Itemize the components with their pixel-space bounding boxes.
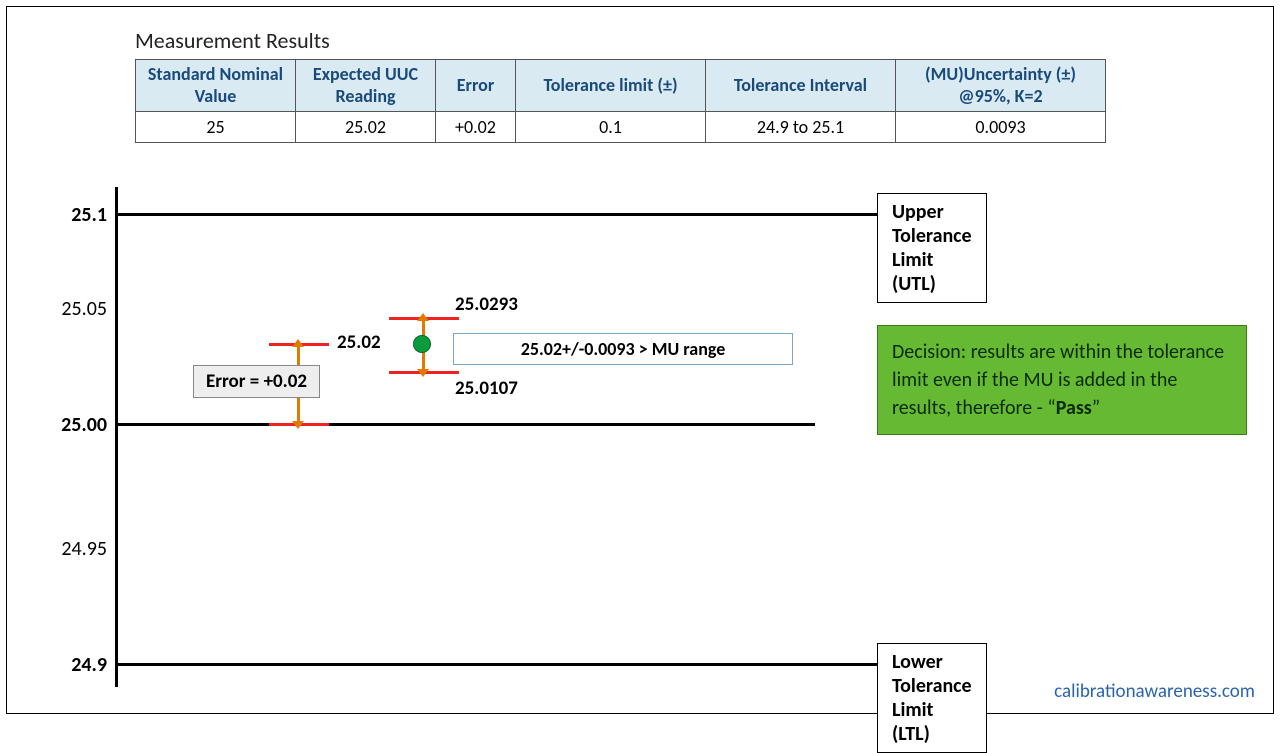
col-tol-pm: Tolerance limit (±) xyxy=(516,60,706,112)
cell-mu: 0.0093 xyxy=(896,112,1106,143)
tick-25-05: 25.05 xyxy=(47,297,107,321)
page-title: Measurement Results xyxy=(135,27,330,54)
utl-line xyxy=(115,213,915,216)
reading-label: 25.02 xyxy=(337,331,381,354)
decision-box: Decision: results are within the toleran… xyxy=(877,325,1247,435)
cell-nominal: 25 xyxy=(136,112,296,143)
y-axis xyxy=(115,187,118,687)
ltl-label: Lower Tolerance Limit (LTL) xyxy=(877,643,987,753)
mu-upper-label: 25.0293 xyxy=(455,293,518,316)
decision-suffix: ” xyxy=(1092,396,1100,420)
reading-point-icon xyxy=(413,335,431,353)
ltl-line xyxy=(115,663,915,666)
col-reading: Expected UUC Reading xyxy=(296,60,436,112)
cell-reading: 25.02 xyxy=(296,112,436,143)
decision-pass: Pass xyxy=(1056,396,1092,420)
error-value-box: Error = +0.02 xyxy=(193,365,320,398)
cell-error: +0.02 xyxy=(436,112,516,143)
document-frame: Measurement Results Standard Nominal Val… xyxy=(6,6,1274,714)
results-table: Standard Nominal Value Expected UUC Read… xyxy=(135,59,1106,143)
tick-25-00: 25.00 xyxy=(47,413,107,437)
watermark: calibrationawareness.com xyxy=(1054,680,1255,703)
cell-tol-int: 24.9 to 25.1 xyxy=(706,112,896,143)
tick-24-9: 24.9 xyxy=(47,653,107,677)
tick-24-95: 24.95 xyxy=(47,537,107,561)
col-error: Error xyxy=(436,60,516,112)
col-mu: (MU)Uncertainty (±) @95%, K=2 xyxy=(896,60,1106,112)
cell-tol-pm: 0.1 xyxy=(516,112,706,143)
col-tol-int: Tolerance Interval xyxy=(706,60,896,112)
nominal-line xyxy=(115,423,815,426)
tolerance-chart: 25.1 25.05 25.00 24.95 24.9 Upper Tolera… xyxy=(47,177,867,697)
col-nominal: Standard Nominal Value xyxy=(136,60,296,112)
tick-25-1: 25.1 xyxy=(47,203,107,227)
mu-range-box: 25.02+/-0.0093 > MU range xyxy=(453,333,793,365)
utl-label: Upper Tolerance Limit (UTL) xyxy=(877,193,987,303)
table-header-row: Standard Nominal Value Expected UUC Read… xyxy=(136,60,1106,112)
mu-lower-label: 25.0107 xyxy=(455,377,518,400)
table-row: 25 25.02 +0.02 0.1 24.9 to 25.1 0.0093 xyxy=(136,112,1106,143)
